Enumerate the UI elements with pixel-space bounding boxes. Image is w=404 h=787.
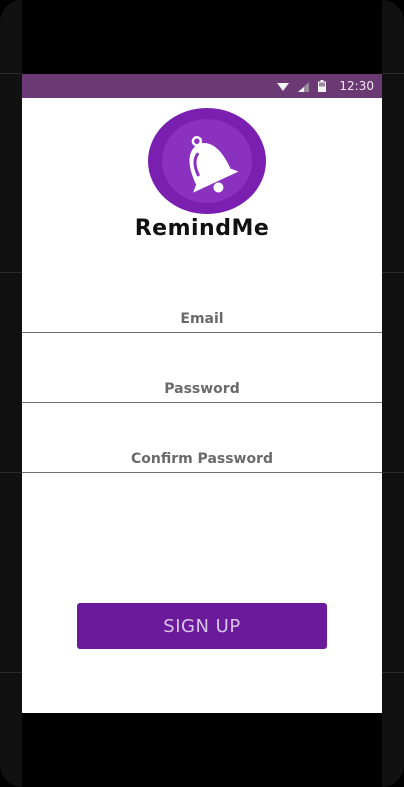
logo-badge: [148, 108, 266, 214]
password-field[interactable]: [22, 363, 382, 402]
signal-icon: [298, 77, 310, 96]
app-name: RemindMe: [134, 216, 270, 241]
email-field[interactable]: [22, 293, 382, 332]
wifi-icon: [277, 77, 290, 96]
email-field-container: [22, 293, 382, 333]
sign-up-button[interactable]: SIGN UP: [77, 603, 327, 649]
device-bezel-right: [382, 0, 404, 787]
bezel-seam: [382, 73, 404, 74]
bezel-seam: [382, 272, 404, 273]
app-screen: 12:30 RemindMe Email SIGN UP: [22, 74, 382, 713]
battery-icon: [318, 77, 327, 96]
confirm-password-field-container: [22, 433, 382, 473]
password-field-container: [22, 363, 382, 403]
device-frame: 12:30 RemindMe Email SIGN UP: [0, 0, 404, 787]
status-time: 12:30: [339, 79, 374, 93]
app-logo: [148, 108, 266, 214]
status-bar: 12:30: [22, 74, 382, 98]
bezel-seam: [0, 272, 22, 273]
bezel-seam: [0, 672, 22, 673]
confirm-password-field[interactable]: [22, 433, 382, 472]
device-bezel-left: [0, 0, 22, 787]
bell-icon: [189, 135, 239, 193]
bezel-seam: [0, 73, 22, 74]
bezel-seam: [382, 672, 404, 673]
bezel-seam: [0, 472, 22, 473]
bezel-seam: [382, 472, 404, 473]
